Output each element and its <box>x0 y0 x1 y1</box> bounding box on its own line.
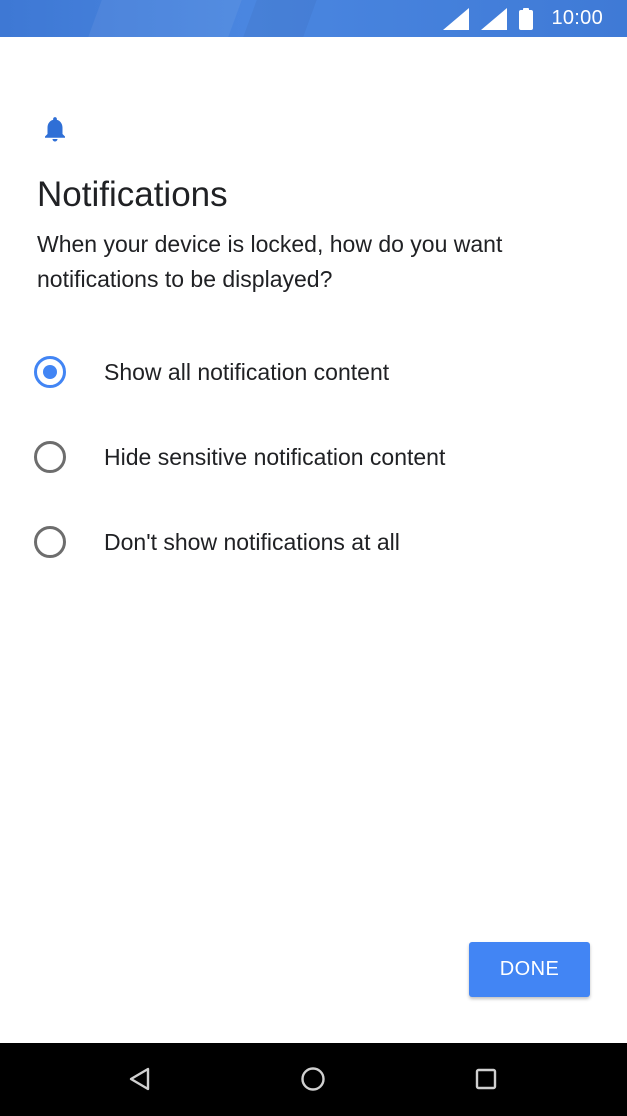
option-label: Don't show notifications at all <box>104 528 400 555</box>
status-bar-decoration <box>243 0 317 37</box>
status-bar: 10:00 <box>0 0 627 37</box>
home-button[interactable] <box>295 1061 331 1097</box>
radio-button-selected[interactable] <box>34 356 66 388</box>
notifications-setup-screen: Notifications When your device is locked… <box>0 37 627 1043</box>
option-show-all-content[interactable]: Show all notification content <box>34 344 594 400</box>
back-button[interactable] <box>122 1061 158 1097</box>
radio-button[interactable] <box>34 526 66 558</box>
option-hide-sensitive-content[interactable]: Hide sensitive notification content <box>34 429 594 485</box>
battery-icon <box>519 7 534 30</box>
cell-signal-icon <box>481 7 508 30</box>
status-time: 10:00 <box>551 7 603 29</box>
recents-icon <box>475 1068 497 1090</box>
home-icon <box>301 1067 325 1091</box>
page-subtitle: When your device is locked, how do you w… <box>37 231 503 292</box>
bell-icon <box>45 117 65 142</box>
option-dont-show-notifications[interactable]: Don't show notifications at all <box>34 514 594 570</box>
radio-button[interactable] <box>34 441 66 473</box>
option-label: Show all notification content <box>104 358 390 385</box>
back-icon <box>129 1067 150 1091</box>
wifi-signal-icon <box>443 7 470 30</box>
status-icons: 10:00 <box>443 0 603 37</box>
recents-button[interactable] <box>468 1061 504 1097</box>
page-title: Notifications <box>37 175 228 214</box>
navigation-bar <box>0 1043 627 1116</box>
done-button[interactable]: DONE <box>469 942 590 997</box>
option-label: Hide sensitive notification content <box>104 443 446 470</box>
status-bar-decoration <box>88 0 242 37</box>
